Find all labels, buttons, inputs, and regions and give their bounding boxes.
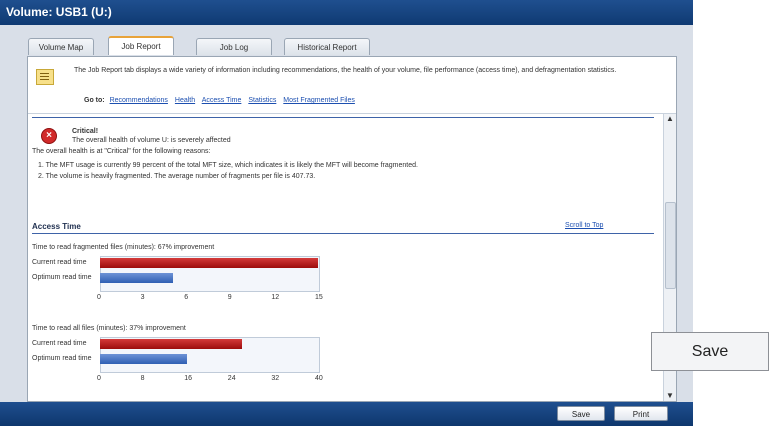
chart-2-title: Time to read all files (minutes): 37% im… (32, 325, 186, 332)
scroll-down-icon[interactable]: ▼ (664, 391, 676, 401)
note-icon (36, 69, 54, 85)
tab-volume-map[interactable]: Volume Map (28, 38, 94, 55)
scroll-up-icon[interactable]: ▲ (664, 114, 676, 124)
scroll-to-top-link[interactable]: Scroll to Top (565, 222, 603, 229)
access-time-divider (32, 233, 654, 234)
info-text: The Job Report tab displays a wide varie… (74, 67, 617, 74)
save-overlay-button[interactable]: Save (651, 332, 769, 371)
goto-label: Go to: (84, 97, 105, 104)
tab-job-report[interactable]: Job Report (108, 36, 174, 55)
chart-2-tick-label: 40 (315, 375, 323, 382)
link-most-fragmented-files[interactable]: Most Fragmented Files (283, 97, 355, 104)
window-title: Volume: USB1 (U:) (0, 0, 693, 25)
chart-1-bar-current (100, 258, 318, 268)
chart-2-category-label: Optimum read time (32, 355, 92, 362)
scrollbar-thumb[interactable] (665, 202, 676, 289)
chart-2-bar-optimum (100, 354, 188, 364)
save-button[interactable]: Save (557, 406, 605, 421)
bottom-toolbar: Save Print (0, 402, 693, 426)
report-content: × Critical! The overall health of volume… (28, 114, 664, 401)
section-divider (32, 117, 654, 118)
chart-1-tick-label: 0 (97, 294, 101, 301)
chart-1-category-label: Current read time (32, 259, 87, 266)
chart-2-bar-current (100, 339, 242, 349)
health-reason-1: 1. The MFT usage is currently 99 percent… (38, 162, 418, 169)
tab-historical-report[interactable]: Historical Report (284, 38, 370, 55)
defrag-window: Volume: USB1 (U:) Volume Map Job Report … (0, 0, 693, 426)
chart-2-category-label: Current read time (32, 340, 87, 347)
chart-1-category-label: Optimum read time (32, 274, 92, 281)
chart-2-tick-label: 32 (271, 375, 280, 382)
chart-2-tick-label: 16 (184, 375, 192, 382)
chart-1-bar-optimum (100, 273, 173, 283)
chart-all-files: Current read time Optimum read time 0 8 16 24… (28, 337, 328, 397)
chart-1-tick-label: 3 (140, 294, 145, 301)
chart-2-tick-label: 8 (140, 375, 145, 382)
job-report-panel: The Job Report tab displays a wide varie… (27, 56, 677, 402)
tab-job-log[interactable]: Job Log (196, 38, 272, 55)
chart-1-tick-label: 9 (227, 294, 232, 301)
goto-links: Go to: Recommendations Health Access Tim… (84, 97, 360, 104)
link-recommendations[interactable]: Recommendations (110, 97, 168, 104)
chart-1-tick-label: 15 (315, 294, 323, 301)
chart-2-tick-label: 24 (227, 375, 236, 382)
info-banner: The Job Report tab displays a wide varie… (28, 57, 676, 114)
print-button[interactable]: Print (614, 406, 668, 421)
chart-1-tick-label: 12 (271, 294, 280, 301)
chart-1-title: Time to read fragmented files (minutes):… (32, 244, 215, 251)
access-time-heading: Access Time (32, 222, 81, 231)
critical-error-icon: × (41, 128, 57, 144)
link-health[interactable]: Health (175, 97, 195, 104)
chart-2-tick-label: 0 (97, 375, 101, 382)
health-status: Critical! (72, 128, 99, 135)
health-summary: The overall health of volume U: is sever… (72, 137, 231, 144)
link-access-time[interactable]: Access Time (202, 97, 242, 104)
chart-1-tick-label: 6 (184, 294, 189, 301)
health-reason-intro: The overall health is at "Critical" for … (32, 148, 211, 155)
link-statistics[interactable]: Statistics (248, 97, 276, 104)
health-reason-2: 2. The volume is heavily fragmented. The… (38, 173, 316, 180)
chart-fragmented-files: Current read time Optimum read time 0 3 6 9 12… (28, 256, 328, 316)
